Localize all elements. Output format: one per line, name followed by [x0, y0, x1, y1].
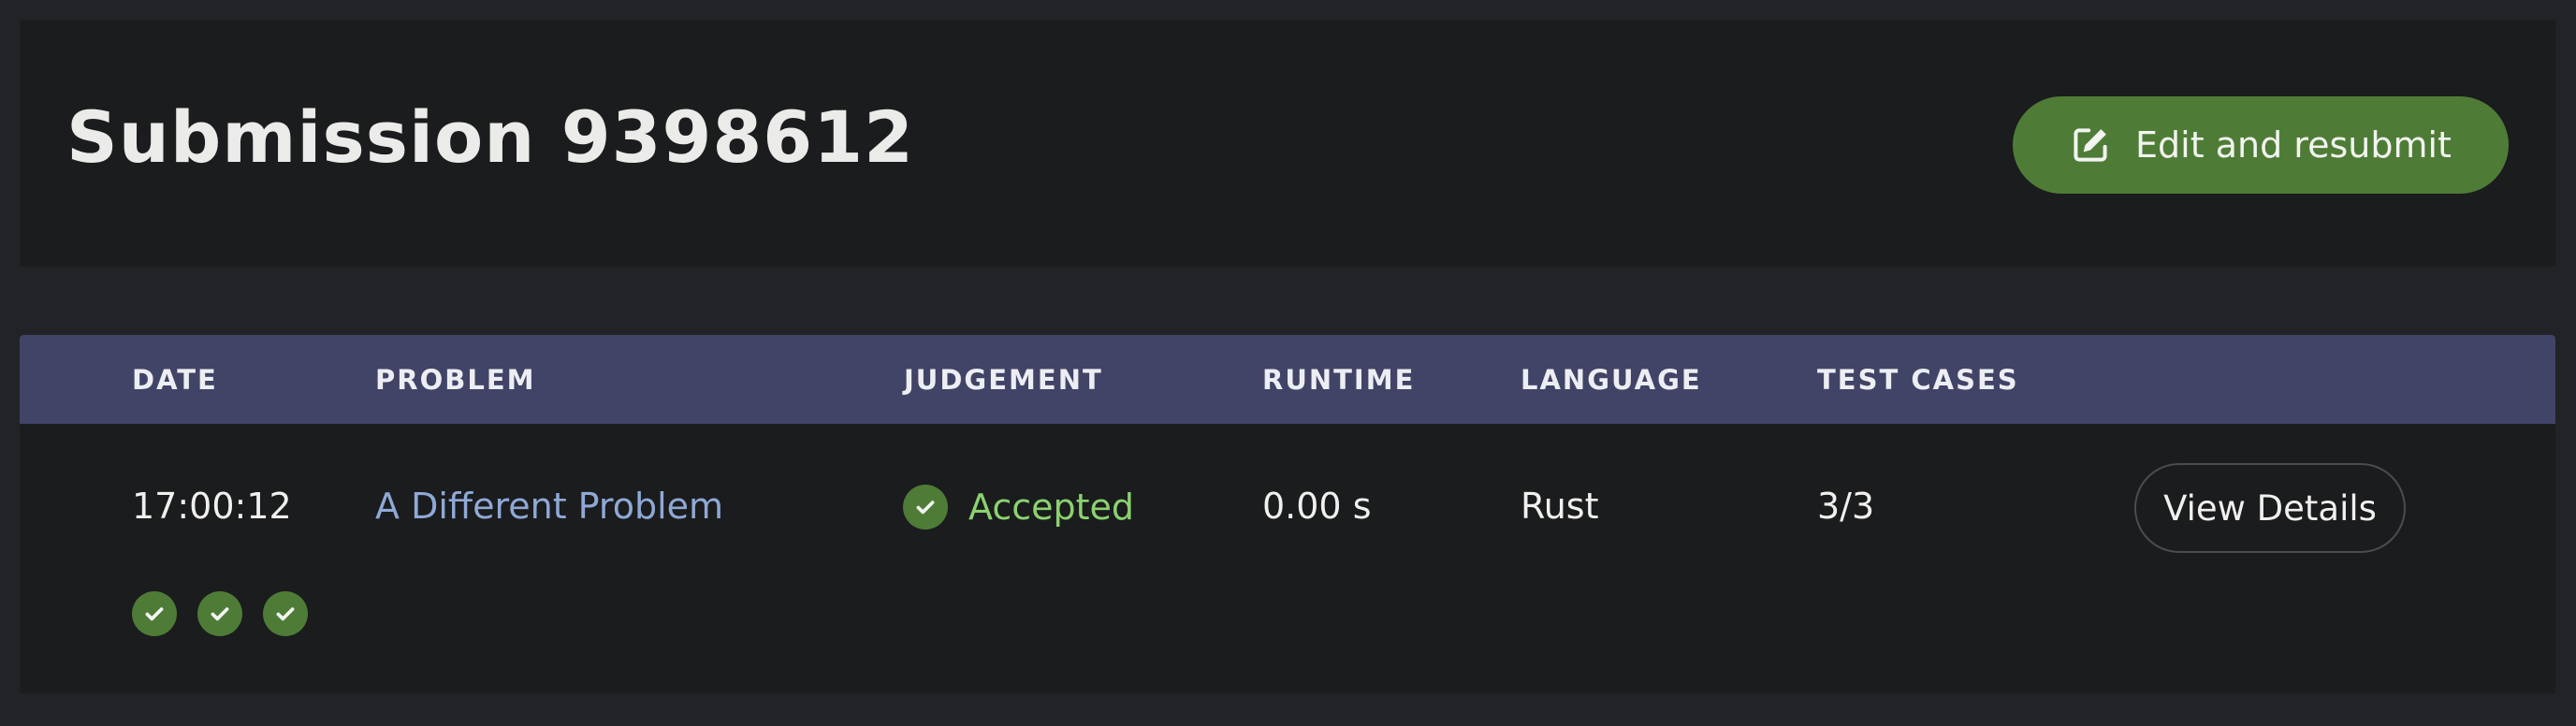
- column-header-problem: PROBLEM: [375, 364, 536, 396]
- check-circle-icon: [903, 485, 948, 530]
- column-header-runtime: RUNTIME: [1262, 364, 1416, 396]
- test-cases-value: 3/3: [1817, 486, 1875, 527]
- test-case-passed-icon: [132, 591, 177, 636]
- edit-and-resubmit-label: Edit and resubmit: [2135, 124, 2452, 166]
- column-header-judgement: JUDGEMENT: [904, 364, 1103, 396]
- test-case-passed-icon: [263, 591, 308, 636]
- page-title: Submission 9398612: [66, 95, 914, 179]
- runtime-value: 0.00 s: [1262, 486, 1372, 527]
- submission-header: Submission 9398612 Edit and resubmit: [20, 20, 2555, 267]
- language-value: Rust: [1521, 486, 1599, 527]
- problem-link[interactable]: A Different Problem: [375, 486, 723, 527]
- judgement-label: Accepted: [968, 486, 1135, 528]
- edit-and-resubmit-button[interactable]: Edit and resubmit: [2013, 96, 2509, 194]
- column-header-date: DATE: [132, 364, 218, 396]
- column-header-language: LANGUAGE: [1521, 364, 1702, 396]
- submission-date: 17:00:12: [132, 486, 292, 527]
- judgement-status: Accepted: [903, 485, 1134, 530]
- column-header-test-cases: TEST CASES: [1817, 364, 2019, 396]
- test-case-results: [132, 591, 308, 636]
- edit-icon: [2070, 124, 2111, 166]
- table-header: DATE PROBLEM JUDGEMENT RUNTIME LANGUAGE …: [20, 335, 2555, 424]
- test-case-passed-icon: [197, 591, 242, 636]
- view-details-button[interactable]: View Details: [2134, 463, 2406, 553]
